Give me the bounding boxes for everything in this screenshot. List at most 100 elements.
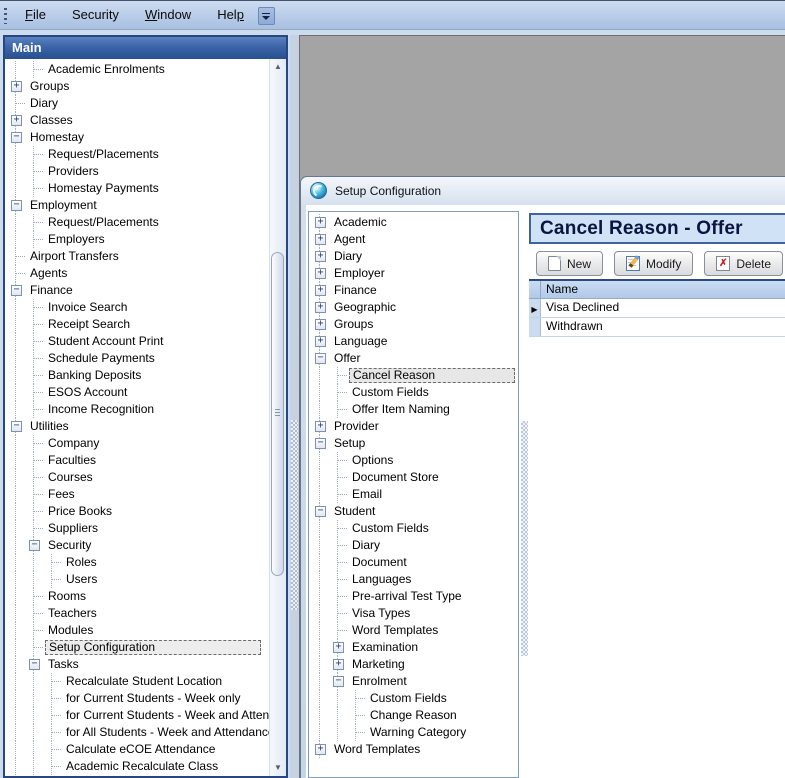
- new-button[interactable]: New: [536, 251, 603, 276]
- tree-item-schedule-payments[interactable]: Schedule Payments: [5, 350, 269, 367]
- tree-item-language[interactable]: +Language: [309, 333, 518, 350]
- tree-item-modules[interactable]: Modules: [5, 622, 269, 639]
- tree-item-offer-item-naming[interactable]: Offer Item Naming: [309, 401, 518, 418]
- tree-item-tasks[interactable]: −Tasks: [5, 656, 269, 673]
- expand-plus-icon[interactable]: +: [315, 251, 326, 262]
- tree-item-for-current-students-week-and-attendance[interactable]: for Current Students - Week and Attendan…: [5, 707, 269, 724]
- tree-item-warning-category[interactable]: Warning Category: [309, 724, 518, 741]
- scroll-down-icon[interactable]: ▼: [270, 760, 286, 776]
- tree-item-enrolment[interactable]: −Enrolment: [309, 673, 518, 690]
- scroll-up-icon[interactable]: ▲: [270, 59, 286, 75]
- tree-item-languages[interactable]: Languages: [309, 571, 518, 588]
- expand-plus-icon[interactable]: +: [315, 319, 326, 330]
- tree-item-academic-recalculate-class[interactable]: Academic Recalculate Class: [5, 758, 269, 775]
- expand-plus-icon[interactable]: +: [315, 285, 326, 296]
- toolbar-overflow-button[interactable]: [258, 7, 275, 25]
- tree-item-setup[interactable]: −Setup: [309, 435, 518, 452]
- collapse-minus-icon[interactable]: −: [29, 659, 40, 670]
- tree-item-finance[interactable]: −Finance: [5, 282, 269, 299]
- tree-item-document[interactable]: Document: [309, 554, 518, 571]
- tree-item-esos-account[interactable]: ESOS Account: [5, 384, 269, 401]
- expand-plus-icon[interactable]: +: [315, 268, 326, 279]
- tree-item-setup-configuration[interactable]: Setup Configuration: [5, 639, 269, 656]
- tree-item-academic-enrolments[interactable]: Academic Enrolments: [5, 61, 269, 78]
- tree-item-marketing[interactable]: +Marketing: [309, 656, 518, 673]
- scrollbar-thumb[interactable]: [271, 252, 284, 576]
- collapse-minus-icon[interactable]: −: [29, 540, 40, 551]
- tree-item-custom-fields[interactable]: Custom Fields: [309, 690, 518, 707]
- table-row[interactable]: Withdrawn: [529, 318, 785, 337]
- tree-item-provider[interactable]: +Provider: [309, 418, 518, 435]
- tree-item-receipt-search[interactable]: Receipt Search: [5, 316, 269, 333]
- tree-item-homestay-payments[interactable]: Homestay Payments: [5, 180, 269, 197]
- tree-item-groups[interactable]: +Groups: [309, 316, 518, 333]
- tree-item-invoice-search[interactable]: Invoice Search: [5, 299, 269, 316]
- tree-item-agent[interactable]: +Agent: [309, 231, 518, 248]
- tree-item-custom-fields[interactable]: Custom Fields: [309, 520, 518, 537]
- dialog-titlebar[interactable]: Setup Configuration: [301, 177, 785, 204]
- expand-plus-icon[interactable]: +: [315, 336, 326, 347]
- tree-item-employers[interactable]: Employers: [5, 231, 269, 248]
- tree-item-word-templates[interactable]: Word Templates: [309, 622, 518, 639]
- tree-item-student-account-print[interactable]: Student Account Print: [5, 333, 269, 350]
- tree-item-income-recognition[interactable]: Income Recognition: [5, 401, 269, 418]
- tree-item-banking-deposits[interactable]: Banking Deposits: [5, 367, 269, 384]
- tree-item-security[interactable]: −Security: [5, 537, 269, 554]
- menu-window[interactable]: Window: [132, 1, 204, 29]
- column-header-name[interactable]: Name: [541, 281, 785, 298]
- collapse-minus-icon[interactable]: −: [333, 676, 344, 687]
- tree-item-homestay[interactable]: −Homestay: [5, 129, 269, 146]
- tree-item-courses[interactable]: Courses: [5, 469, 269, 486]
- expand-plus-icon[interactable]: +: [315, 302, 326, 313]
- panel-splitter[interactable]: [290, 35, 299, 778]
- modify-button[interactable]: Modify: [614, 251, 693, 276]
- tree-item-providers[interactable]: Providers: [5, 163, 269, 180]
- tree-item-diary[interactable]: +Diary: [309, 248, 518, 265]
- tree-item-employment[interactable]: −Employment: [5, 197, 269, 214]
- collapse-minus-icon[interactable]: −: [315, 353, 326, 364]
- menu-file[interactable]: File: [12, 1, 59, 29]
- tree-item-calculate-ecoe-attendance[interactable]: Calculate eCOE Attendance: [5, 741, 269, 758]
- tree-item-classes[interactable]: +Classes: [5, 112, 269, 129]
- expand-plus-icon[interactable]: +: [315, 217, 326, 228]
- tree-item-suppliers[interactable]: Suppliers: [5, 520, 269, 537]
- tree-item-cancel-reason[interactable]: Cancel Reason: [309, 367, 518, 384]
- expand-plus-icon[interactable]: +: [11, 115, 22, 126]
- table-row[interactable]: ▶Visa Declined: [529, 299, 785, 318]
- delete-button[interactable]: ✗Delete: [704, 251, 783, 276]
- tree-item-diary[interactable]: Diary: [309, 537, 518, 554]
- collapse-minus-icon[interactable]: −: [315, 506, 326, 517]
- tree-item-visa-types[interactable]: Visa Types: [309, 605, 518, 622]
- expand-plus-icon[interactable]: +: [315, 234, 326, 245]
- expand-plus-icon[interactable]: +: [11, 81, 22, 92]
- tree-item-teachers[interactable]: Teachers: [5, 605, 269, 622]
- toolbar-grip-icon[interactable]: [4, 8, 7, 24]
- tree-item-word-templates[interactable]: +Word Templates: [309, 741, 518, 758]
- tree-item-utilities[interactable]: −Utilities: [5, 418, 269, 435]
- tree-item-agents[interactable]: Agents: [5, 265, 269, 282]
- collapse-minus-icon[interactable]: −: [315, 438, 326, 449]
- dialog-splitter[interactable]: [519, 211, 529, 778]
- tree-item-employer[interactable]: +Employer: [309, 265, 518, 282]
- tree-item-rooms[interactable]: Rooms: [5, 588, 269, 605]
- collapse-minus-icon[interactable]: −: [11, 421, 22, 432]
- tree-item-roles[interactable]: Roles: [5, 554, 269, 571]
- tree-item-users[interactable]: Users: [5, 571, 269, 588]
- tree-item-geographic[interactable]: +Geographic: [309, 299, 518, 316]
- tree-item-company[interactable]: Company: [5, 435, 269, 452]
- main-tree-scrollbar[interactable]: ▲ ▼: [269, 59, 286, 776]
- tree-item-request-placements[interactable]: Request/Placements: [5, 146, 269, 163]
- expand-plus-icon[interactable]: +: [315, 421, 326, 432]
- tree-item-offer[interactable]: −Offer: [309, 350, 518, 367]
- tree-item-academic[interactable]: +Academic: [309, 214, 518, 231]
- tree-item-airport-transfers[interactable]: Airport Transfers: [5, 248, 269, 265]
- tree-item-recalculate-student-location[interactable]: Recalculate Student Location: [5, 673, 269, 690]
- tree-item-options[interactable]: Options: [309, 452, 518, 469]
- tree-item-faculties[interactable]: Faculties: [5, 452, 269, 469]
- collapse-minus-icon[interactable]: −: [11, 200, 22, 211]
- tree-item-custom-fields[interactable]: Custom Fields: [309, 384, 518, 401]
- tree-item-for-all-students-week-and-attendance[interactable]: for All Students - Week and Attendance: [5, 724, 269, 741]
- expand-plus-icon[interactable]: +: [333, 642, 344, 653]
- tree-item-price-books[interactable]: Price Books: [5, 503, 269, 520]
- tree-item-finance[interactable]: +Finance: [309, 282, 518, 299]
